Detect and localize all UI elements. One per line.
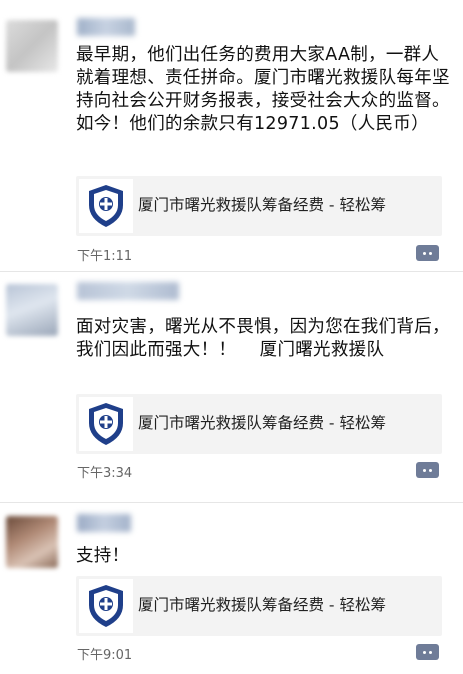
avatar[interactable] [6, 20, 58, 72]
comment-more-icon[interactable] [416, 644, 439, 660]
user-name-blurred[interactable] [77, 18, 135, 36]
post-time: 下午1:11 [77, 249, 133, 264]
shared-link-card[interactable]: 厦门市曙光救援队筹备经费 - 轻松筹 [76, 394, 442, 454]
post-divider [0, 502, 463, 503]
shared-link-card[interactable]: 厦门市曙光救援队筹备经费 - 轻松筹 [76, 576, 442, 636]
avatar[interactable] [6, 284, 58, 336]
card-title: 厦门市曙光救援队筹备经费 - 轻松筹 [138, 196, 386, 214]
comment-more-icon[interactable] [416, 462, 439, 478]
post-divider [0, 271, 463, 272]
post-message: 支持！ [76, 546, 130, 566]
card-title: 厦门市曙光救援队筹备经费 - 轻松筹 [138, 414, 386, 432]
post-message: 最早期，他们出任务的费用大家AA制，一群人就着理想、责任拼命。厦门市曙光救援队每… [76, 45, 450, 134]
user-name-blurred[interactable] [77, 514, 131, 532]
rescue-team-shield-icon [79, 579, 133, 633]
card-title: 厦门市曙光救援队筹备经费 - 轻松筹 [138, 596, 386, 614]
post-time: 下午9:01 [77, 648, 133, 663]
post-message: 面对灾害，曙光从不畏惧，因为您在我们背后，我们因此而强大！！ 厦门曙光救援队 [76, 317, 450, 360]
post-time: 下午3:34 [77, 466, 133, 481]
avatar[interactable] [6, 516, 58, 568]
rescue-team-shield-icon [79, 397, 133, 451]
rescue-team-shield-icon [79, 179, 133, 233]
comment-more-icon[interactable] [416, 245, 439, 261]
user-name-blurred[interactable] [77, 282, 179, 300]
shared-link-card[interactable]: 厦门市曙光救援队筹备经费 - 轻松筹 [76, 176, 442, 236]
